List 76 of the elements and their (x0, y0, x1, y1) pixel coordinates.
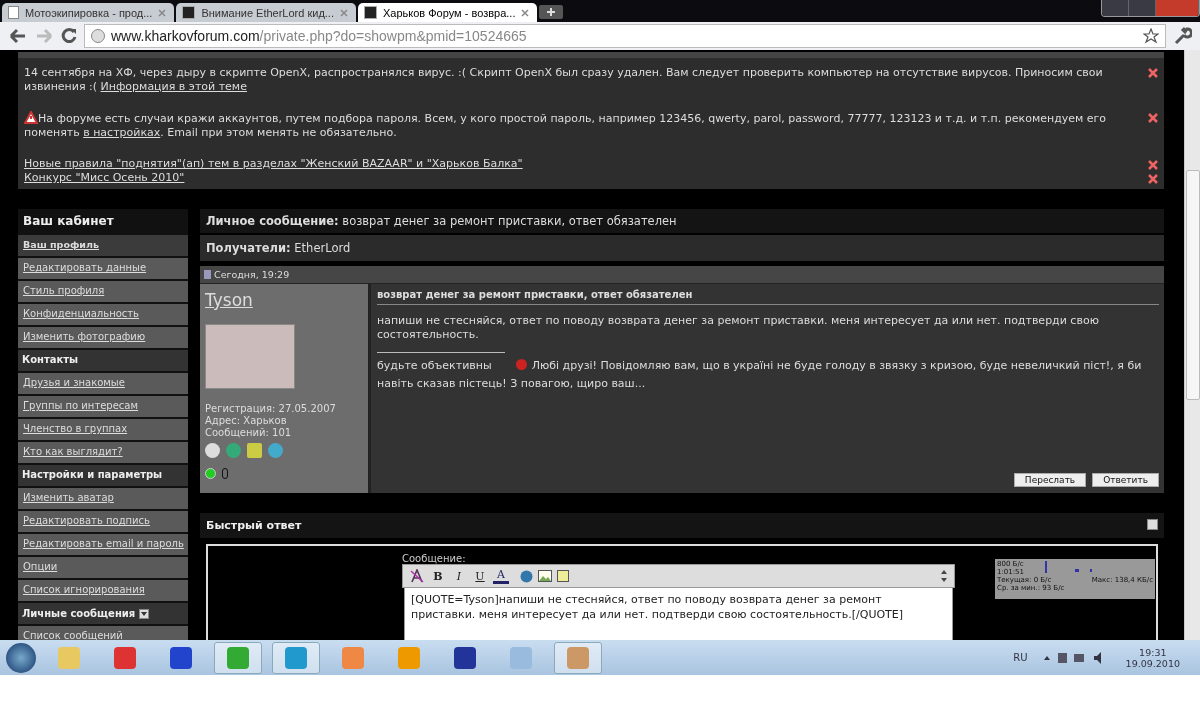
warning-icon (24, 111, 38, 124)
post-date: Сегодня, 19:29 (214, 269, 290, 280)
announcement-link[interactable]: Конкурс "Мисс Осень 2010" (24, 171, 185, 185)
sidebar-link[interactable]: Кто как выглядит? (18, 442, 188, 463)
browser-tab[interactable]: Харьков Форум - возвра... (358, 3, 538, 22)
message-action-button[interactable]: Ответить (1092, 473, 1159, 487)
user-stat: Регистрация: 27.05.2007 (205, 403, 337, 415)
notice-text: 14 сентября на ХФ, через дыру в скрипте OpenX, распространялся вирус. :( Скрипт OpenX был сразу удален. Вам следует проверить компьютер на отсутствие вирусов. Приносим свои извинения :( Информация в этой теме (24, 66, 1104, 94)
sidebar-link[interactable]: Редактировать подпись (18, 511, 188, 532)
message-subject: возврат денег за ремонт приставки, ответ обязателен (377, 289, 1159, 305)
contact-icon[interactable] (205, 443, 220, 458)
reload-icon[interactable] (60, 27, 78, 45)
close-icon[interactable] (158, 8, 167, 17)
image-icon[interactable] (538, 570, 552, 582)
sidebar-link[interactable]: Ваш профиль (18, 235, 188, 256)
sidebar-link[interactable]: Изменить аватар (18, 488, 188, 509)
sidebar-link[interactable]: Редактировать данные (18, 258, 188, 279)
quote-icon[interactable] (557, 570, 569, 582)
document-icon (204, 270, 211, 279)
close-icon[interactable] (1148, 113, 1158, 123)
start-button[interactable] (6, 642, 36, 673)
favicon-icon (364, 6, 377, 19)
browser-tab[interactable]: Внимание EtherLord кид... (176, 3, 356, 22)
page-icon (8, 6, 19, 19)
sidebar-link[interactable]: Членство в группах (18, 419, 188, 440)
address-bar[interactable]: www.kharkovforum.com/private.php?do=showpm&pmid=10524665 (84, 24, 1166, 48)
close-icon[interactable] (1148, 174, 1158, 184)
new-tab-icon[interactable] (539, 5, 564, 19)
notice-link[interactable]: Информация в этой теме (100, 80, 247, 93)
italic-button[interactable]: I (451, 569, 467, 583)
clock-time[interactable]: 19:31 (1139, 646, 1167, 658)
scrollbar[interactable] (1184, 50, 1200, 640)
browser-tab[interactable]: Мотоэкипировка - прод... (2, 3, 175, 22)
sidebar-section-header: Настройки и параметры (18, 465, 188, 486)
remove-format-icon[interactable] (409, 569, 425, 583)
notice-text: На форуме есть случаи кражи аккаунтов, путем подбора пароля. Всем, у кого простой пароль, например 123456, qwerty, parol, password, 77777, 123123 и т.д. и т.п. рекомендуем его поменять в настройках. Email при этом менять не обязательно. (24, 111, 1108, 140)
message-title: Личное сообщение: возврат денег за ремонт приставки, ответ обязателен (200, 209, 1164, 233)
bold-button[interactable]: B (430, 569, 446, 583)
sidebar-section-header: Личные сообщения (22, 608, 136, 619)
color-button[interactable]: A (493, 568, 509, 584)
close-icon[interactable] (521, 8, 530, 17)
back-icon[interactable] (8, 28, 28, 44)
message-label: Сообщение: (402, 553, 467, 564)
announcement-link[interactable]: Новые правила "поднятия"(ап) тем в разделах "Женский BAZAAR" и "Харьков Балка" (24, 157, 523, 171)
user-stat: Сообщений: 101 (205, 427, 293, 439)
window-controls[interactable] (1101, 0, 1200, 17)
user-stat: Адрес: Харьков (205, 415, 288, 427)
close-icon[interactable] (1148, 160, 1158, 170)
sidebar-link[interactable]: Изменить фотографию (18, 327, 188, 348)
message-textarea[interactable]: [QUOTE=Tyson]напиши не стесняйся, ответ по поводу возврата денег за ремонт приставки. меня интересует да или нет. подтверди свою состоятельность.[/QUOTE] (404, 588, 953, 640)
resize-icon[interactable] (940, 569, 948, 583)
signature-text: будьте объективны Любі друзі! Повідомляю вам, що в україні не буде голоду в звязку з кризою, буде невеличкий піст!, я би навіть сказав пістець! З повагою, щиро ваш... (377, 358, 1143, 392)
favicon-icon (182, 6, 196, 19)
sidebar-link[interactable]: Список сообщений (18, 626, 188, 640)
sidebar-link[interactable]: Группы по интересам (18, 396, 188, 417)
collapse-icon[interactable] (139, 608, 150, 619)
sidebar-link[interactable]: Список игнорирования (18, 580, 188, 601)
username-link[interactable]: Tyson (205, 290, 363, 310)
sidebar-section-header: Контакты (18, 350, 188, 371)
close-icon[interactable] (1148, 68, 1158, 78)
underline-button[interactable]: U (472, 569, 488, 583)
sidebar-link[interactable]: Стиль профиля (18, 281, 188, 302)
paperclip-icon (222, 468, 228, 479)
sidebar-link[interactable]: Конфиденциальность (18, 304, 188, 325)
message-action-button[interactable]: Переслать (1013, 473, 1087, 487)
quick-reply-title: Быстрый ответ (206, 519, 302, 532)
smiley-icon (515, 359, 527, 370)
message-body: напиши не стесняйся, ответ по поводу возврата денег за ремонт приставки. меня интересует да или нет. подтверди свою состоятельность. (377, 314, 1100, 342)
close-icon[interactable] (340, 8, 348, 17)
sidebar-link[interactable]: Друзья и знакомые (18, 373, 188, 394)
sidebar-link[interactable]: Опции (18, 557, 188, 578)
language-indicator[interactable]: RU (1013, 652, 1028, 663)
star-icon[interactable] (1143, 28, 1159, 44)
wrench-icon[interactable] (1172, 26, 1192, 46)
sidebar-link[interactable]: Редактировать email и пароль (18, 534, 188, 555)
clock-date[interactable]: 19.09.2010 (1125, 657, 1180, 669)
